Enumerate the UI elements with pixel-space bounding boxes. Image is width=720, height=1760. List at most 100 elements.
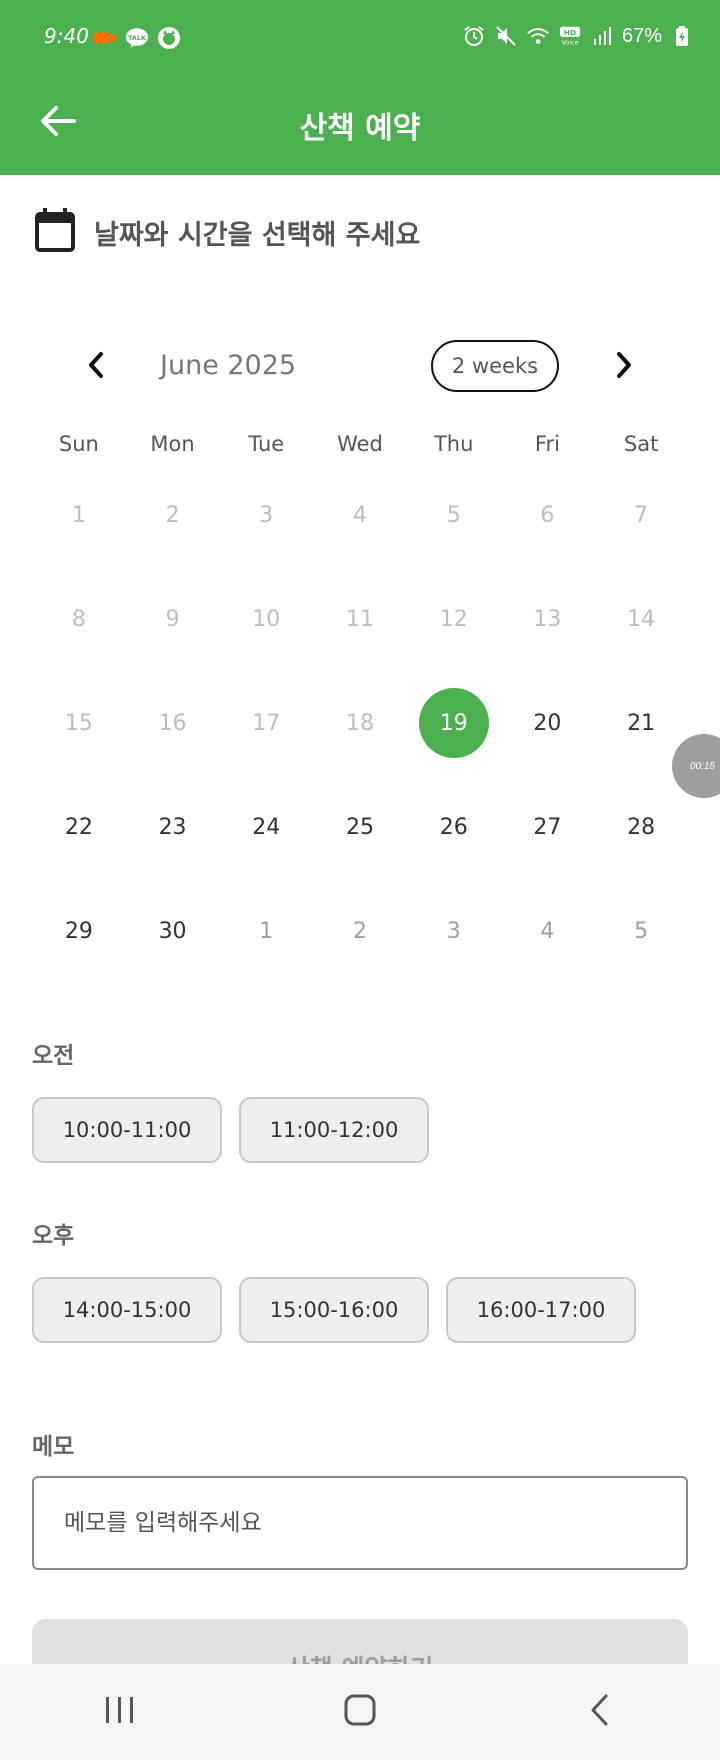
calendar-day-number: 2 (352, 918, 367, 944)
calendar-day[interactable]: 20 (501, 671, 595, 775)
memo-label: 메모 (32, 1434, 75, 1460)
month-label: June 2025 (160, 350, 297, 381)
calendar-day: 13 (501, 567, 595, 671)
calendar-day: 15 (32, 671, 126, 775)
calendar-day-number: 2 (165, 502, 180, 528)
time-slot-button[interactable]: 11:00-12:00 (239, 1097, 429, 1163)
battery-text: 67% (621, 24, 662, 47)
battery-icon (670, 24, 694, 48)
morning-label: 오전 (32, 1043, 75, 1069)
calendar-day-number: 18 (345, 710, 374, 736)
time-slot-button[interactable]: 16:00-17:00 (446, 1277, 636, 1343)
afternoon-slots: 14:00-15:00 15:00-16:00 16:00-17:00 (32, 1277, 636, 1343)
calendar-day: 2 (126, 463, 220, 567)
home-button[interactable] (320, 1682, 400, 1742)
calendar-day: 11 (313, 567, 407, 671)
calendar-day[interactable]: 29 (32, 879, 126, 983)
calendar-day: 18 (313, 671, 407, 775)
calendar-day-number: 1 (71, 502, 86, 528)
cat-app-icon (157, 26, 181, 50)
calendar-day-number: 27 (533, 814, 562, 840)
alarm-icon (462, 24, 486, 48)
status-bar: 9:40 TALK HD Voice 67% (0, 0, 720, 75)
calendar-day: 3 (219, 463, 313, 567)
calendar-format-button[interactable]: 2 weeks (431, 340, 559, 392)
memo-input[interactable] (32, 1476, 688, 1570)
status-right-icons: HD Voice 67% (462, 24, 694, 48)
calendar-day-number: 11 (345, 606, 374, 632)
prev-month-button[interactable] (74, 345, 118, 389)
status-left-icons: TALK (93, 26, 181, 50)
calendar-day-number: 12 (439, 606, 468, 632)
svg-text:HD: HD (564, 28, 576, 37)
calendar-day[interactable]: 30 (126, 879, 220, 983)
weekday-label: Sun (58, 432, 99, 456)
calendar-day-number: 6 (540, 502, 555, 528)
calendar-day-number: 7 (634, 502, 649, 528)
calendar-day: 8 (32, 567, 126, 671)
calendar-day-number: 3 (446, 918, 461, 944)
system-nav-bar (0, 1664, 720, 1760)
calendar-day-number: 26 (439, 814, 468, 840)
page-title: 산책 예약 (299, 111, 421, 146)
calendar-day-number: 25 (345, 814, 374, 840)
svg-text:Voice: Voice (561, 38, 578, 46)
calendar-day: 1 (32, 463, 126, 567)
calendar-day-number: 21 (627, 710, 656, 736)
calendar-day-number: 20 (533, 710, 562, 736)
calendar-day[interactable]: 4 (501, 879, 595, 983)
calendar-day[interactable]: 23 (126, 775, 220, 879)
hd-voice-icon: HD Voice (558, 24, 582, 48)
calendar-day[interactable]: 5 (594, 879, 688, 983)
timer-text: 00:15 (690, 760, 716, 772)
calendar-day-number: 15 (64, 710, 93, 736)
calendar-day-selected[interactable]: 19 (407, 671, 501, 775)
weekday-label: Thu (433, 432, 474, 456)
calendar-day-number: 3 (259, 502, 274, 528)
time-slot-button[interactable]: 10:00-11:00 (32, 1097, 222, 1163)
calendar-day-number: 4 (540, 918, 555, 944)
wifi-icon (526, 24, 550, 48)
calendar-day-number: 1 (259, 918, 274, 944)
calendar-day[interactable]: 2 (313, 879, 407, 983)
calendar-day-number: 17 (252, 710, 281, 736)
calendar-day-number: 19 (418, 688, 489, 758)
calendar-day-number: 16 (158, 710, 187, 736)
calendar-day: 4 (313, 463, 407, 567)
weekday-label: Mon (150, 432, 195, 456)
calendar-day: 6 (501, 463, 595, 567)
calendar-day[interactable]: 3 (407, 879, 501, 983)
home-icon (343, 1693, 377, 1732)
video-camera-icon (93, 26, 117, 50)
calendar-day[interactable]: 24 (219, 775, 313, 879)
calendar-day-number: 5 (634, 918, 649, 944)
calendar-day-number: 24 (252, 814, 281, 840)
time-slot-button[interactable]: 14:00-15:00 (32, 1277, 222, 1343)
weekday-header-row: Sun Mon Tue Wed Thu Fri Sat (32, 432, 688, 456)
calendar-day-number: 22 (64, 814, 93, 840)
status-time: 9:40 (44, 24, 89, 48)
chevron-left-icon (86, 351, 106, 384)
calendar-day-number: 29 (64, 918, 93, 944)
afternoon-label: 오후 (32, 1223, 75, 1249)
calendar-day[interactable]: 1 (219, 879, 313, 983)
calendar-day[interactable]: 28 (594, 775, 688, 879)
section-title: 날짜와 시간을 선택해 주세요 (94, 220, 421, 251)
calendar-day-number: 5 (446, 502, 461, 528)
recent-apps-icon (103, 1695, 137, 1730)
time-slot-button[interactable]: 15:00-16:00 (239, 1277, 429, 1343)
weekday-label: Tue (248, 432, 285, 456)
calendar-day[interactable]: 26 (407, 775, 501, 879)
calendar-day[interactable]: 27 (501, 775, 595, 879)
calendar-day-number: 28 (627, 814, 656, 840)
calendar-day: 9 (126, 567, 220, 671)
calendar-day-number: 10 (252, 606, 281, 632)
section-header: 날짜와 시간을 선택해 주세요 (34, 207, 420, 258)
calendar-day-number: 8 (71, 606, 86, 632)
recent-apps-button[interactable] (80, 1682, 160, 1742)
calendar-day[interactable]: 22 (32, 775, 126, 879)
calendar-day-number: 4 (352, 502, 367, 528)
next-month-button[interactable] (602, 345, 646, 389)
system-back-button[interactable] (560, 1682, 640, 1742)
calendar-day[interactable]: 25 (313, 775, 407, 879)
